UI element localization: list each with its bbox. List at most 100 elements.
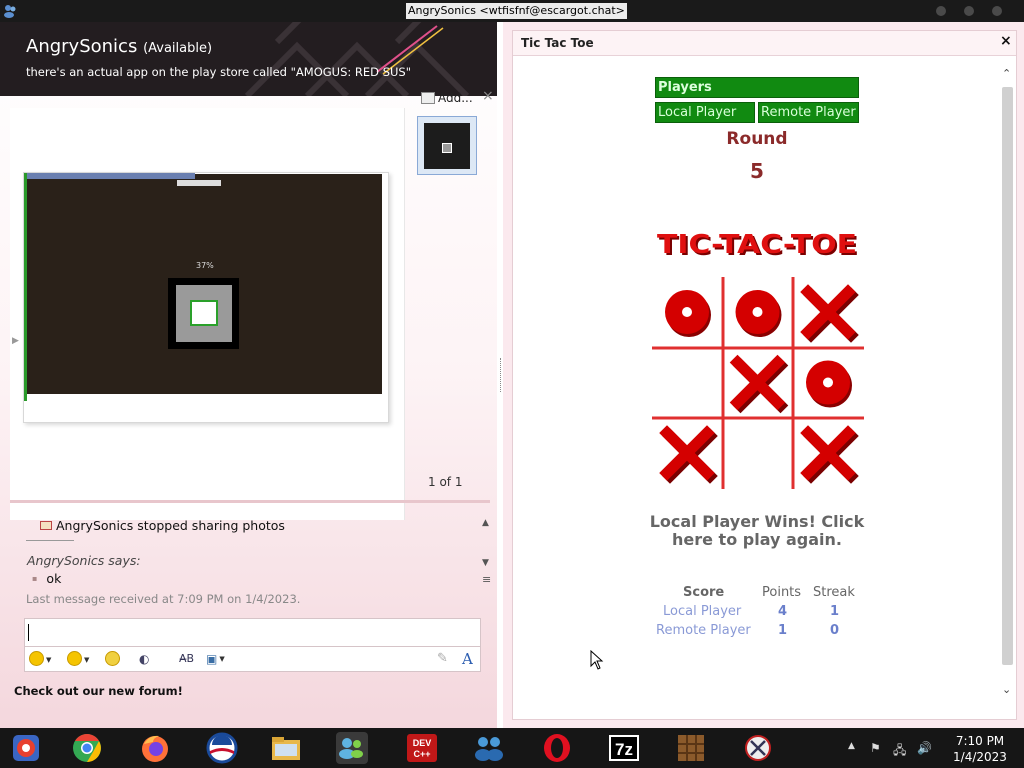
game-body: Players Local Player Remote Player Round… [514, 57, 999, 719]
nudge-button[interactable] [105, 651, 120, 667]
board-cell-3[interactable] [654, 350, 720, 416]
sender-says: AngrySonics says: [27, 553, 141, 568]
scroll-down-arrow-icon[interactable]: ⌄ [1002, 683, 1011, 696]
mouse-cursor-icon [590, 650, 604, 670]
thumbnail-image [424, 123, 470, 169]
scroll-down-icon[interactable]: ▼ [482, 558, 489, 568]
scroll-up-icon[interactable]: ▲ [482, 518, 489, 528]
text-caret [28, 624, 29, 641]
messenger-icon[interactable] [336, 732, 368, 764]
photo-pager: 1 of 1 [428, 475, 463, 489]
score-row-remote-points: 1 [778, 623, 788, 638]
msn-users-icon[interactable] [473, 732, 505, 764]
obama-icon[interactable] [206, 732, 238, 764]
system-clock[interactable]: 7:10 PM 1/4/2023 [948, 733, 1012, 765]
board-cell-8[interactable] [795, 420, 861, 486]
expand-arrow-icon[interactable]: ▶ [12, 336, 19, 346]
message-input[interactable] [24, 618, 481, 647]
format-toolbar: ▼ ▼ ◐ A̶B ▣ ▼ ✎ A [24, 647, 481, 672]
minimize-button[interactable] [936, 6, 946, 16]
score-row-local-points: 4 [778, 604, 788, 619]
shared-photo[interactable]: 37% [23, 172, 389, 423]
photo-square-inner [190, 300, 218, 326]
logo-text: TIC-TAC-TOE [657, 230, 857, 260]
add-photo-label: Add... [438, 91, 473, 105]
score-row-remote-streak: 0 [830, 623, 840, 638]
opera-icon[interactable] [541, 732, 573, 764]
devcpp-icon[interactable]: DEV C++ [406, 732, 438, 764]
photo-thumbnail[interactable] [417, 116, 477, 175]
close-photo-share-button[interactable]: × [482, 88, 494, 104]
round-label: Round [726, 129, 788, 149]
close-window-button[interactable] [992, 6, 1002, 16]
score-row-local-streak: 1 [830, 604, 840, 619]
wink-button[interactable]: ▼ [67, 651, 89, 667]
chrome-os-icon[interactable] [10, 732, 42, 764]
devcpp-label-2: C++ [413, 749, 430, 759]
conversation-history: AngrySonics stopped sharing photos Angry… [22, 510, 492, 615]
message-separator [26, 540, 74, 541]
title-bar: AngrySonics <wtfisfnf@escargot.chat> [0, 0, 1024, 22]
board-cell-4[interactable] [725, 350, 791, 416]
result-message[interactable]: Local Player Wins! Click here to play ag… [635, 513, 879, 549]
photo-green-strip [24, 173, 27, 401]
game-board[interactable] [652, 277, 864, 489]
spellcheck-button[interactable]: A̶B [179, 651, 194, 667]
volume-icon[interactable]: 🔊 [917, 741, 932, 755]
message-text: ok [32, 571, 61, 586]
file-explorer-icon[interactable] [270, 732, 302, 764]
header-pattern [244, 22, 470, 96]
forum-link[interactable]: Check out our new forum! [14, 684, 183, 698]
7zip-label: 7z [615, 740, 633, 759]
board-cell-5[interactable] [795, 350, 861, 416]
streak-header: Streak [813, 585, 855, 600]
local-player-label: Local Player [655, 102, 755, 123]
remote-player-label: Remote Player [758, 102, 859, 123]
desktop: AngrySonics <wtfisfnf@escargot.chat> Ang… [0, 0, 1024, 768]
messenger-buddy-icon[interactable] [2, 3, 18, 19]
chrome-icon[interactable] [71, 732, 103, 764]
activity-pane: Tic Tac Toe × Players Local Player Remot… [503, 22, 1024, 728]
network-icon[interactable]: 🖧 [893, 741, 906, 762]
game-window: Tic Tac Toe × Players Local Player Remot… [512, 30, 1017, 720]
firefox-icon[interactable] [139, 732, 171, 764]
system-message: AngrySonics stopped sharing photos [40, 518, 285, 533]
smiley-icon [29, 651, 44, 666]
contact-name: AngrySonics (Available) [26, 36, 212, 57]
tic-tac-toe-logo: TIC-TAC-TOE TIC-TAC-TOE [657, 230, 859, 262]
emoticon-button[interactable]: ▼ [29, 651, 51, 667]
score-header: Score [683, 585, 725, 600]
background-button[interactable]: ▣ ▼ [206, 651, 225, 667]
maximize-button[interactable] [964, 6, 974, 16]
scroll-up-arrow-icon[interactable]: ⌃ [1002, 67, 1011, 80]
font-button[interactable]: A [462, 651, 473, 667]
photo-progress-text: 37% [196, 261, 214, 270]
board-cell-1[interactable] [725, 279, 791, 345]
panel-divider [10, 500, 490, 503]
scroll-end-icon[interactable]: ≡ [482, 573, 491, 586]
board-cell-0[interactable] [654, 279, 720, 345]
taskbar: DEV C++ 7z ▲ ⚑ 🖧 🔊 7:10 PM 1/4/2023 [0, 728, 1024, 768]
spellcheck-icon: A̶B [179, 652, 195, 665]
contact-name-text: AngrySonics [26, 36, 138, 57]
add-photo-button[interactable]: Add... [421, 91, 473, 105]
pen-icon: ✎ [437, 651, 448, 666]
contact-header: AngrySonics (Available) there's an actua… [0, 22, 497, 96]
close-game-button[interactable]: × [1000, 33, 1012, 49]
window-title: AngrySonics <wtfisfnf@escargot.chat> [406, 3, 627, 19]
voice-clip-button[interactable]: ◐ [139, 651, 149, 667]
game-scrollbar[interactable]: ⌃ ⌄ [999, 57, 1016, 719]
personal-message: there's an actual app on the play store … [26, 65, 411, 79]
handwriting-button[interactable]: ✎ [437, 651, 448, 667]
board-cell-2[interactable] [795, 279, 861, 345]
board-cell-6[interactable] [654, 420, 720, 486]
scrollbar-thumb[interactable] [1002, 87, 1013, 665]
7zip-icon[interactable]: 7z [608, 732, 640, 764]
snipping-tool-icon[interactable] [742, 732, 774, 764]
tray-overflow-icon[interactable]: ▲ [848, 741, 855, 751]
system-message-text: AngrySonics stopped sharing photos [56, 518, 285, 533]
minecraft-icon[interactable] [675, 732, 707, 764]
action-center-flag-icon[interactable]: ⚑ [870, 741, 881, 755]
score-row-remote-name: Remote Player [656, 623, 751, 638]
board-cell-7[interactable] [725, 420, 791, 486]
